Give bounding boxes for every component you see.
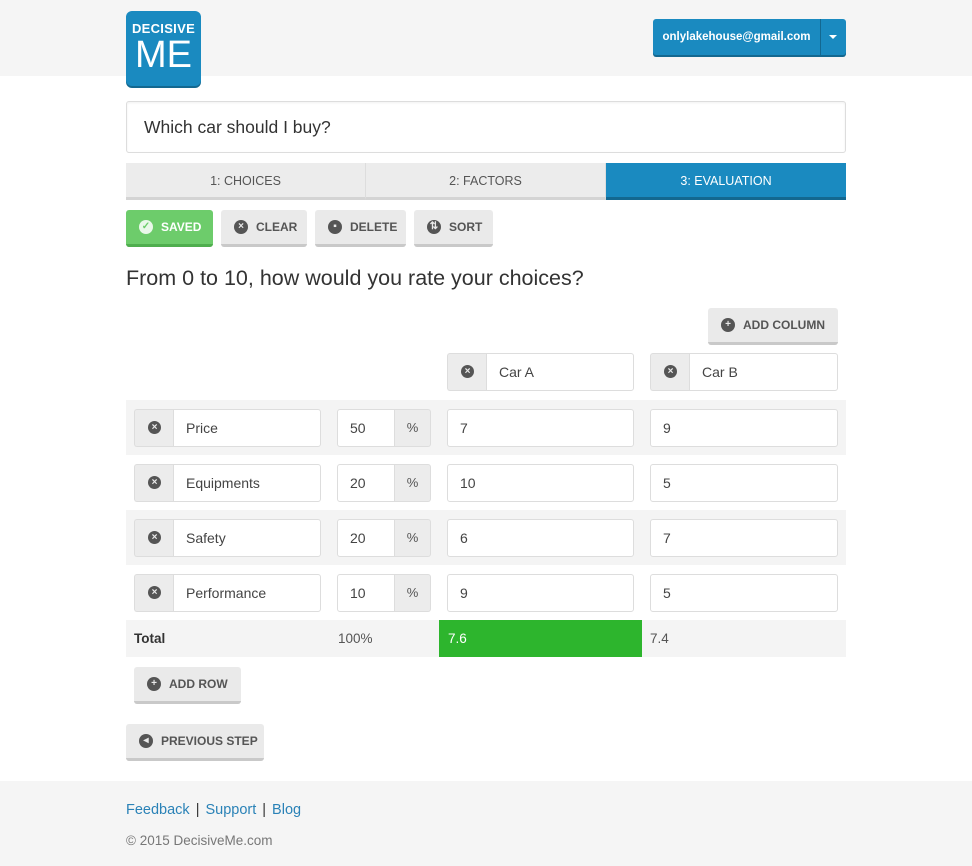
chevron-left-icon: ◂ [139,734,153,748]
blog-link[interactable]: Blog [272,802,301,818]
remove-choice-button[interactable]: × [650,353,690,391]
remove-factor-button[interactable]: × [134,464,174,502]
step-tabs: 1: CHOICES 2: FACTORS 3: EVALUATION [126,163,846,200]
plus-icon: + [721,318,735,332]
footer-links: Feedback | Support | Blog [126,802,301,818]
close-icon: × [461,365,474,378]
percent-addon: % [395,519,431,557]
factor-name-input[interactable]: Performance [173,574,321,612]
delete-button[interactable]: ▪ DELETE [315,210,406,247]
link-separator: | [195,802,200,818]
close-icon: × [234,220,248,234]
close-icon: × [148,586,161,599]
score-input[interactable]: 6 [447,519,634,557]
score-input[interactable]: 5 [650,574,838,612]
delete-label: DELETE [350,220,398,234]
copyright: © 2015 DecisiveMe.com [126,833,273,848]
percent-addon: % [395,409,431,447]
trash-icon: ▪ [328,220,342,234]
account-email[interactable]: onlylakehouse@gmail.com [653,19,821,55]
add-row-button[interactable]: + ADD ROW [134,667,241,704]
percent-addon: % [395,574,431,612]
score-input[interactable]: 10 [447,464,634,502]
remove-factor-button[interactable]: × [134,574,174,612]
sort-icon: ⇅ [427,220,441,234]
total-score-winner: 7.6 [439,620,642,657]
check-icon: ✓ [139,220,153,234]
score-input[interactable]: 7 [650,519,838,557]
total-weight: 100% [338,631,373,646]
factor-weight-input[interactable]: 20 [337,464,395,502]
logo-line2: ME [135,34,192,76]
close-icon: × [148,421,161,434]
percent-addon: % [395,464,431,502]
add-column-label: ADD COLUMN [743,318,825,332]
clear-button[interactable]: × CLEAR [221,210,307,247]
account-menu-button[interactable]: onlylakehouse@gmail.com [653,19,846,55]
choice-name-input[interactable]: Car B [689,353,838,391]
tab-choices[interactable]: 1: CHOICES [126,163,366,200]
page-heading: From 0 to 10, how would you rate your ch… [126,266,584,290]
factor-name-input[interactable]: Safety [173,519,321,557]
factor-weight-input[interactable]: 50 [337,409,395,447]
chevron-down-icon[interactable] [821,19,846,55]
close-icon: × [148,531,161,544]
choice-name-input[interactable]: Car A [486,353,634,391]
close-icon: × [664,365,677,378]
score-input[interactable]: 9 [650,409,838,447]
remove-choice-button[interactable]: × [447,353,487,391]
factor-name-input[interactable]: Price [173,409,321,447]
saved-button[interactable]: ✓ SAVED [126,210,213,247]
plus-icon: + [147,677,161,691]
sort-button[interactable]: ⇅ SORT [414,210,493,247]
close-icon: × [148,476,161,489]
score-input[interactable]: 9 [447,574,634,612]
factor-weight-input[interactable]: 10 [337,574,395,612]
feedback-link[interactable]: Feedback [126,802,190,818]
remove-factor-button[interactable]: × [134,519,174,557]
score-input[interactable]: 5 [650,464,838,502]
footer [0,781,972,866]
factor-name-input[interactable]: Equipments [173,464,321,502]
factor-weight-input[interactable]: 20 [337,519,395,557]
remove-factor-button[interactable]: × [134,409,174,447]
decisiveme-logo[interactable]: DECISIVE ME [126,11,201,86]
tab-factors[interactable]: 2: FACTORS [366,163,606,200]
sort-label: SORT [449,220,483,234]
support-link[interactable]: Support [205,802,256,818]
total-label: Total [134,631,166,646]
add-row-label: ADD ROW [169,677,228,691]
clear-label: CLEAR [256,220,298,234]
previous-step-button[interactable]: ◂ PREVIOUS STEP [126,724,264,761]
score-input[interactable]: 7 [447,409,634,447]
tab-evaluation[interactable]: 3: EVALUATION [606,163,846,200]
previous-step-label: PREVIOUS STEP [161,734,258,748]
link-separator: | [262,802,267,818]
saved-label: SAVED [161,220,202,234]
total-score: 7.4 [650,631,669,646]
decision-question-input[interactable]: Which car should I buy? [126,101,846,153]
add-column-button[interactable]: + ADD COLUMN [708,308,838,345]
